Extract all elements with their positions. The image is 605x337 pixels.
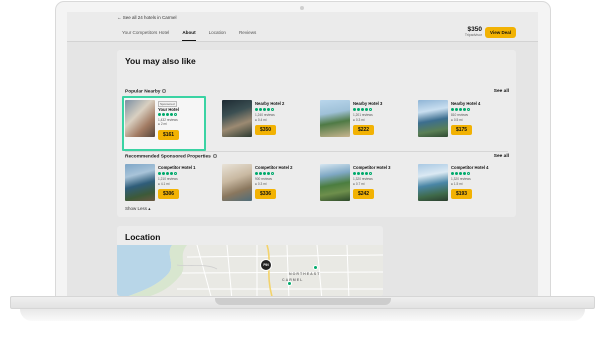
tab-bar: Your Competitors Hotel About Location Re…	[122, 30, 269, 41]
laptop-shadow	[20, 309, 585, 321]
hotel-photo	[222, 100, 252, 137]
header-price: $350 Tripadvisor	[465, 26, 482, 37]
sponsored-label: Recommended Sponsored Properties	[125, 154, 211, 160]
popular-nearby-label: Popular Nearby	[125, 89, 161, 95]
price-button[interactable]: $336	[255, 189, 276, 199]
hotel-card-competitor-1[interactable]: Competitor Hotel 1 1,210 reviews ● 4.1 m…	[125, 164, 215, 208]
hotel-card-nearby-2[interactable]: Nearby Hotel 2 1,240 reviews ● 0.4 mi $3…	[222, 100, 312, 144]
price-button[interactable]: $350	[255, 125, 276, 135]
hotel-name: Nearby Hotel 2	[255, 101, 285, 106]
info-icon[interactable]	[162, 89, 167, 93]
hotel-card-competitor-4[interactable]: Competitor Hotel 4 1,320 reviews ● 1.5 m…	[418, 164, 508, 208]
tab-reviews[interactable]: Reviews	[239, 30, 256, 41]
location-section: Location NORTHEAST CARMEL PIN	[117, 226, 383, 296]
map-graphic	[117, 244, 383, 296]
review-count: 900 reviews	[255, 177, 273, 181]
hotel-photo	[125, 164, 155, 201]
map-label-northeast: NORTHEAST	[289, 272, 321, 276]
screen: ← See all 24 hotels in Carmel Your Compe…	[67, 12, 538, 296]
view-deal-button[interactable]: View Deal	[485, 27, 516, 38]
distance: ● 0.3 mi	[353, 118, 365, 122]
hotel-card-nearby-3[interactable]: Nearby Hotel 3 1,201 reviews ● 0.3 mi $2…	[320, 100, 410, 144]
section-title: You may also like	[125, 56, 196, 66]
price-button[interactable]: $161	[158, 130, 179, 140]
hotel-card-nearby-4[interactable]: Nearby Hotel 4 810 reviews ● 0.5 mi $175	[418, 100, 508, 144]
price-button[interactable]: $306	[158, 189, 179, 199]
distance: ● 0.7 mi	[353, 182, 365, 186]
hotel-name: Nearby Hotel 3	[353, 101, 383, 106]
hotel-card-competitor-2[interactable]: Competitor Hotel 2 900 reviews ● 0.3 mi …	[222, 164, 312, 208]
review-count: 1,320 reviews	[353, 177, 373, 181]
hotel-photo	[320, 164, 350, 201]
review-count: 1,240 reviews	[255, 113, 275, 117]
review-count: 1,210 reviews	[158, 177, 178, 181]
hotel-name: Competitor Hotel 3	[353, 165, 391, 170]
header-price-value: $350	[467, 26, 482, 33]
distance-value: 2 mi	[160, 121, 167, 126]
distance-value: 4.1 mi	[160, 181, 170, 186]
review-count: 810 reviews	[451, 113, 469, 117]
hotel-name: Competitor Hotel 4	[451, 165, 489, 170]
back-link-label: See all 24 hotels in Carmel	[122, 15, 177, 20]
hotel-card-your-hotel[interactable]: Sponsored Your Hotel 1,432 reviews ● 2 m…	[125, 100, 215, 144]
distance: ● 2 mi	[158, 122, 167, 126]
distance-value: 0.3 mi	[257, 181, 267, 186]
hotel-photo	[222, 164, 252, 201]
hotel-name: Competitor Hotel 1	[158, 165, 196, 170]
review-count: 1,320 reviews	[451, 177, 471, 181]
distance-value: 0.3 mi	[355, 117, 365, 122]
price-button[interactable]: $242	[353, 189, 374, 199]
rating-bubbles	[353, 108, 373, 112]
distance: ● 4.1 mi	[158, 182, 170, 186]
see-all-popular-link[interactable]: See all	[494, 89, 509, 94]
popular-nearby-heading: Popular Nearby	[125, 89, 167, 95]
hotel-photo	[320, 100, 350, 137]
camera-icon	[300, 6, 304, 10]
distance-value: 1.5 mi	[453, 181, 463, 186]
divider	[125, 151, 508, 152]
map-marker-icon[interactable]	[313, 265, 318, 270]
tab-about[interactable]: About	[182, 30, 196, 41]
distance-value: 0.5 mi	[453, 117, 463, 122]
price-button[interactable]: $175	[451, 125, 472, 135]
rating-bubbles	[255, 172, 275, 176]
tab-competitor-hotel[interactable]: Your Competitors Hotel	[122, 30, 169, 41]
hotel-name: Nearby Hotel 4	[451, 101, 481, 106]
hotel-photo	[125, 100, 155, 137]
price-button[interactable]: $222	[353, 125, 374, 135]
distance: ● 0.5 mi	[451, 118, 463, 122]
rating-bubbles	[353, 172, 373, 176]
rating-bubbles	[451, 108, 471, 112]
map-label-carmel: CARMEL	[282, 278, 304, 282]
hotel-photo	[418, 100, 448, 137]
location-title: Location	[125, 232, 161, 242]
laptop-notch	[215, 298, 391, 305]
hotel-map-pin[interactable]: PIN	[260, 259, 272, 271]
rating-bubbles	[451, 172, 471, 176]
distance-value: 0.7 mi	[355, 181, 365, 186]
back-link[interactable]: ← See all 24 hotels in Carmel	[117, 15, 177, 20]
review-count: 1,201 reviews	[353, 113, 373, 117]
distance-value: 0.4 mi	[257, 117, 267, 122]
rating-bubbles	[158, 112, 178, 116]
header-price-source: Tripadvisor	[464, 33, 482, 37]
laptop-frame: ← See all 24 hotels in Carmel Your Compe…	[0, 0, 605, 337]
sponsored-heading: Recommended Sponsored Properties	[125, 154, 217, 159]
location-map[interactable]: NORTHEAST CARMEL PIN	[117, 244, 383, 296]
distance: ● 1.5 mi	[451, 182, 463, 186]
hotel-name: Competitor Hotel 2	[255, 165, 293, 170]
price-button[interactable]: $193	[451, 189, 472, 199]
info-icon[interactable]	[212, 154, 217, 158]
see-all-sponsored-link[interactable]: See all	[494, 154, 509, 159]
hotel-photo	[418, 164, 448, 201]
top-bar: ← See all 24 hotels in Carmel Your Compe…	[67, 12, 538, 42]
rating-bubbles	[255, 108, 275, 112]
distance: ● 0.4 mi	[255, 118, 267, 122]
map-marker-icon[interactable]	[287, 281, 292, 286]
rating-bubbles	[158, 172, 178, 176]
hotel-card-competitor-3[interactable]: Competitor Hotel 3 1,320 reviews ● 0.7 m…	[320, 164, 410, 208]
tab-location[interactable]: Location	[209, 30, 226, 41]
distance: ● 0.3 mi	[255, 182, 267, 186]
hotel-name: Your Hotel	[158, 107, 179, 112]
